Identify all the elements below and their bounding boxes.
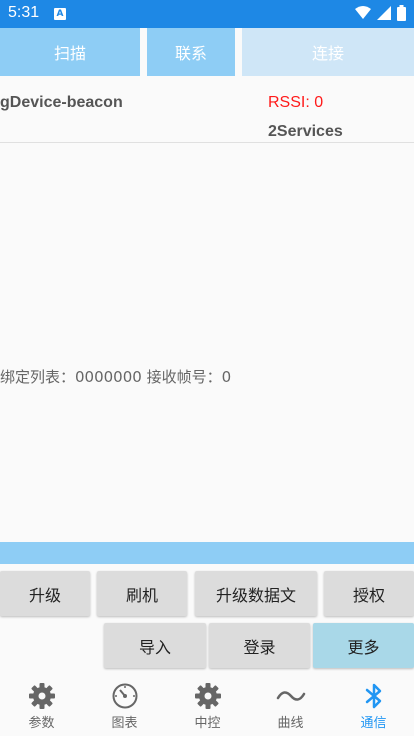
status-bar: 5:31 A xyxy=(0,0,414,28)
tab-curve-label: 曲线 xyxy=(277,716,304,731)
bottom-tab-bar: 参数 图表 中控 曲线 通信 xyxy=(0,672,414,736)
import-button[interactable]: 导入 xyxy=(104,623,206,668)
progress-bar xyxy=(0,542,414,564)
tab-params-label: 参数 xyxy=(28,716,55,731)
tab-chart[interactable]: 图表 xyxy=(83,672,166,736)
gauge-icon xyxy=(111,682,139,710)
app-notification-icon: A xyxy=(54,8,66,20)
battery-icon xyxy=(397,5,406,21)
device-name[interactable]: gDevice-beacon xyxy=(0,94,123,112)
tab-curve[interactable]: 曲线 xyxy=(249,672,332,736)
tab-comm-label: 通信 xyxy=(360,716,387,731)
tab-control-label: 中控 xyxy=(194,716,221,731)
authorize-button[interactable]: 授权 xyxy=(324,571,414,616)
connect-button[interactable]: 连接 xyxy=(242,28,414,76)
scan-button[interactable]: 扫描 xyxy=(0,28,140,76)
contact-button[interactable]: 联系 xyxy=(147,28,235,76)
wifi-icon xyxy=(355,6,371,19)
tab-chart-label: 图表 xyxy=(111,716,138,731)
gear-icon xyxy=(28,682,56,710)
wave-icon xyxy=(276,682,306,710)
login-button[interactable]: 登录 xyxy=(209,623,310,668)
bluetooth-icon xyxy=(363,682,385,710)
tab-control[interactable]: 中控 xyxy=(166,672,249,736)
upgrade-button[interactable]: 升级 xyxy=(0,571,90,616)
signal-icon xyxy=(377,6,391,20)
status-time: 5:31 xyxy=(8,4,40,21)
more-button[interactable]: 更多 xyxy=(313,623,414,668)
system-icons xyxy=(355,5,406,21)
gear-icon xyxy=(194,682,222,710)
upgrade-data-button[interactable]: 升级数据文 xyxy=(195,571,317,616)
flash-button[interactable]: 刷机 xyxy=(97,571,187,616)
divider xyxy=(0,142,414,143)
tab-comm[interactable]: 通信 xyxy=(332,672,414,736)
services-count: 2Services xyxy=(268,123,343,140)
tab-params[interactable]: 参数 xyxy=(0,672,83,736)
bind-list-status: 绑定列表：0000000 接收帧号：0 xyxy=(0,368,232,386)
rssi-value: RSSI: 0 xyxy=(268,94,324,111)
